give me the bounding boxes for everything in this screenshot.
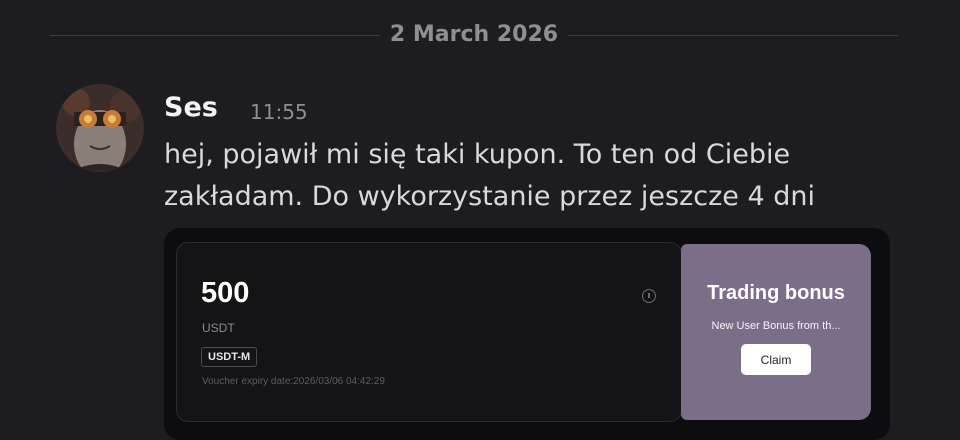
coupon-image-attachment[interactable]: 500 USDT USDT-M Voucher expiry date:2026… xyxy=(164,228,890,440)
message-text: hej, pojawił mi się taki kupon. To ten o… xyxy=(164,134,864,218)
message-text-line: zakładam. Do wykorzystanie przez jeszcze… xyxy=(164,181,815,212)
message-author[interactable]: Ses xyxy=(164,92,218,123)
divider-line-right xyxy=(568,35,898,36)
coupon-body: 500 USDT USDT-M Voucher expiry date:2026… xyxy=(176,242,682,422)
coupon-currency: USDT xyxy=(202,321,235,335)
date-divider-label: 2 March 2026 xyxy=(389,22,559,47)
message-text-line: hej, pojawił mi się taki kupon. To ten o… xyxy=(164,139,791,170)
coupon-amount: 500 xyxy=(201,277,250,309)
bonus-title: Trading bonus xyxy=(707,282,845,304)
claim-button: Claim xyxy=(741,344,811,375)
bonus-subtitle: New User Bonus from th... xyxy=(711,320,841,332)
divider-line-left xyxy=(50,35,380,36)
coupon-bonus-panel: Trading bonus New User Bonus from th... … xyxy=(681,244,871,420)
date-divider: 2 March 2026 xyxy=(50,18,898,54)
chat-view: 2 March 2026 Ses 11:55 hej, pojawił mi s… xyxy=(0,0,960,440)
avatar-image xyxy=(56,84,144,172)
message-timestamp: 11:55 xyxy=(250,100,308,124)
avatar-icon[interactable] xyxy=(56,84,144,172)
info-icon xyxy=(642,289,656,303)
coupon-tag: USDT-M xyxy=(201,347,258,367)
coupon-expiry: Voucher expiry date:2026/03/06 04:42:29 xyxy=(202,376,385,387)
